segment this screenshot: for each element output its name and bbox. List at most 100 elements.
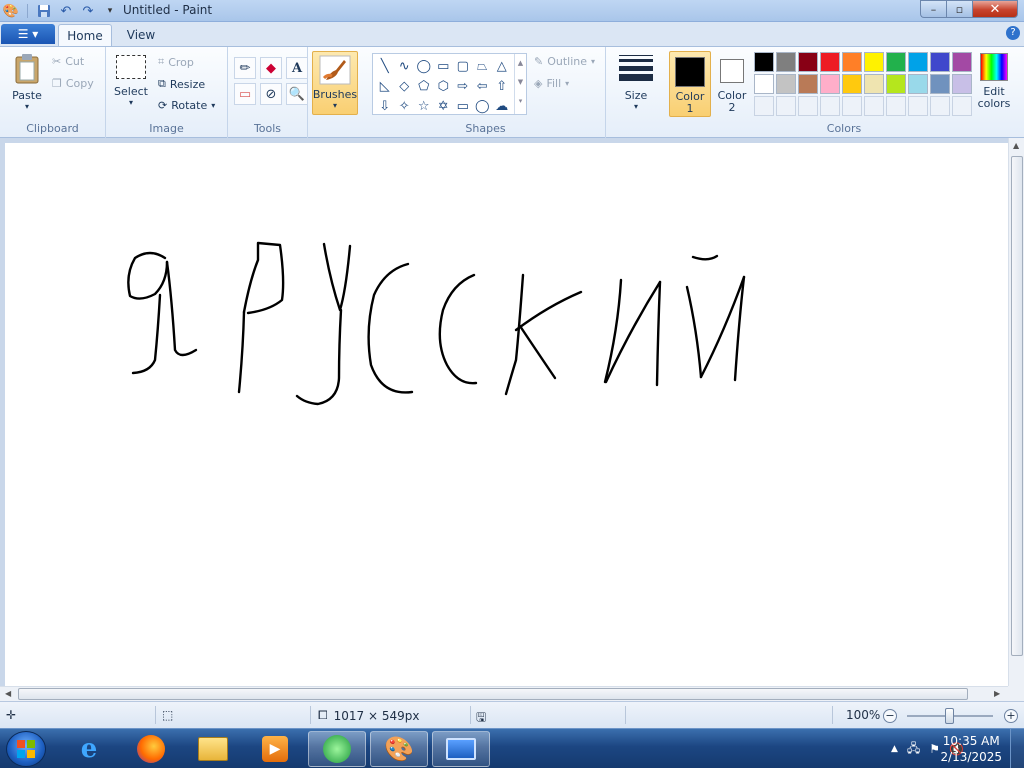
oval-callout-shape-icon[interactable]: ◯ [473, 96, 493, 116]
edit-colors-button[interactable]: Edit colors [976, 53, 1012, 110]
taskbar-media-player[interactable]: ▶ [246, 731, 304, 767]
vertical-scroll-thumb[interactable] [1011, 156, 1023, 656]
eraser-icon[interactable]: ▭ [234, 83, 256, 105]
paint-app-icon[interactable]: 🎨 [2, 2, 20, 20]
palette-custom-slot[interactable] [798, 96, 818, 116]
palette-swatch[interactable] [952, 74, 972, 94]
resize-button[interactable]: ⧉ Resize [158, 77, 205, 91]
outline-button[interactable]: ✎ Outline ▾ [534, 55, 595, 68]
color1-button[interactable]: Color 1 [669, 51, 711, 117]
redo-icon[interactable]: ↷ [79, 2, 97, 20]
line-shape-icon[interactable]: ╲ [375, 56, 395, 76]
taskbar-file-explorer[interactable] [184, 731, 242, 767]
cloud-callout-shape-icon[interactable]: ☁ [492, 96, 512, 116]
rectangle-shape-icon[interactable]: ▭ [434, 56, 454, 76]
scroll-right-icon[interactable]: ▶ [994, 689, 1000, 698]
right-triangle-shape-icon[interactable]: ◺ [375, 76, 395, 96]
pencil-icon[interactable]: ✏ [234, 57, 256, 79]
taskbar-remote-desktop[interactable] [432, 731, 490, 767]
select-button[interactable]: Select ▾ [114, 55, 148, 107]
shapes-gallery-scroll[interactable]: ▲ ▼ ▾ [514, 54, 526, 114]
palette-custom-slot[interactable] [754, 96, 774, 116]
palette-swatch[interactable] [864, 52, 884, 72]
rotate-button[interactable]: ⟳ Rotate ▾ [158, 99, 215, 112]
close-button[interactable]: ✕ [972, 0, 1018, 18]
palette-custom-slot[interactable] [952, 96, 972, 116]
tab-view[interactable]: View [114, 24, 168, 46]
palette-swatch[interactable] [842, 74, 862, 94]
horizontal-scrollbar[interactable]: ◀ ▶ [0, 686, 1008, 701]
palette-swatch[interactable] [908, 74, 928, 94]
zoom-in-button[interactable]: + [1004, 709, 1018, 723]
tab-home[interactable]: Home [58, 24, 112, 46]
palette-swatch[interactable] [820, 74, 840, 94]
diamond-shape-icon[interactable]: ◇ [395, 76, 415, 96]
palette-swatch[interactable] [798, 52, 818, 72]
size-button[interactable]: Size ▾ [616, 53, 656, 111]
show-hidden-icons-icon[interactable]: ▲ [891, 744, 898, 754]
curve-shape-icon[interactable]: ∿ [395, 56, 415, 76]
help-icon[interactable]: ? [1006, 26, 1020, 40]
show-desktop-button[interactable] [1010, 729, 1024, 768]
color2-button[interactable]: Color 2 [711, 51, 753, 117]
palette-swatch[interactable] [886, 74, 906, 94]
scroll-up-icon[interactable]: ▲ [1013, 141, 1019, 150]
palette-swatch[interactable] [776, 52, 796, 72]
pentagon-shape-icon[interactable]: ⬠ [414, 76, 434, 96]
zoom-slider-thumb[interactable] [945, 708, 954, 724]
palette-custom-slot[interactable] [930, 96, 950, 116]
text-tool-icon[interactable]: A [286, 57, 308, 79]
palette-swatch[interactable] [930, 74, 950, 94]
palette-swatch[interactable] [930, 52, 950, 72]
maximize-button[interactable]: ▫ [946, 0, 972, 18]
palette-swatch[interactable] [754, 52, 774, 72]
network-icon[interactable]: 🖧 [907, 739, 920, 760]
vertical-scrollbar[interactable]: ▲ [1008, 138, 1024, 686]
down-arrow-shape-icon[interactable]: ⇩ [375, 96, 395, 116]
palette-swatch[interactable] [798, 74, 818, 94]
four-point-star-shape-icon[interactable]: ✧ [395, 96, 415, 116]
palette-custom-slot[interactable] [820, 96, 840, 116]
taskbar-firefox[interactable] [122, 731, 180, 767]
cut-button[interactable]: ✂ Cut [52, 55, 84, 68]
palette-swatch[interactable] [886, 52, 906, 72]
triangle-shape-icon[interactable]: △ [492, 56, 512, 76]
right-arrow-shape-icon[interactable]: ⇨ [453, 76, 473, 96]
fill-button[interactable]: ◈ Fill ▾ [534, 77, 569, 90]
copy-button[interactable]: ❐ Copy [52, 77, 94, 90]
scroll-left-icon[interactable]: ◀ [5, 689, 11, 698]
fill-bucket-icon[interactable]: ◆ [260, 57, 282, 79]
oval-shape-icon[interactable]: ◯ [414, 56, 434, 76]
action-center-flag-icon[interactable]: ⚑ [929, 742, 940, 756]
palette-swatch[interactable] [952, 52, 972, 72]
start-button[interactable] [6, 731, 46, 767]
paste-button[interactable]: Paste ▾ [8, 53, 46, 111]
hexagon-shape-icon[interactable]: ⬡ [434, 76, 454, 96]
left-arrow-shape-icon[interactable]: ⇦ [473, 76, 493, 96]
palette-swatch[interactable] [842, 52, 862, 72]
six-point-star-shape-icon[interactable]: ✡ [434, 96, 454, 116]
color-picker-icon[interactable]: ⊘ [260, 83, 282, 105]
undo-icon[interactable]: ↶ [57, 2, 75, 20]
paint-menu-button[interactable]: ☰ ▾ [1, 24, 55, 44]
palette-swatch[interactable] [754, 74, 774, 94]
five-point-star-shape-icon[interactable]: ☆ [414, 96, 434, 116]
palette-custom-slot[interactable] [864, 96, 884, 116]
taskbar-app-green[interactable] [308, 731, 366, 767]
horizontal-scroll-thumb[interactable] [18, 688, 968, 700]
palette-custom-slot[interactable] [776, 96, 796, 116]
minimize-button[interactable]: – [920, 0, 946, 18]
palette-swatch[interactable] [864, 74, 884, 94]
palette-custom-slot[interactable] [908, 96, 928, 116]
palette-swatch[interactable] [820, 52, 840, 72]
drawing-canvas[interactable] [5, 143, 1008, 686]
brushes-button[interactable]: Brushes ▾ [312, 51, 358, 115]
taskbar-paint[interactable]: 🎨 [370, 731, 428, 767]
palette-swatch[interactable] [908, 52, 928, 72]
polygon-shape-icon[interactable]: ⏢ [473, 56, 493, 76]
palette-swatch[interactable] [776, 74, 796, 94]
up-arrow-shape-icon[interactable]: ⇧ [492, 76, 512, 96]
customize-qat-icon[interactable]: ▾ [101, 2, 119, 20]
rounded-rectangle-shape-icon[interactable]: ▢ [453, 56, 473, 76]
zoom-out-button[interactable]: − [883, 709, 897, 723]
